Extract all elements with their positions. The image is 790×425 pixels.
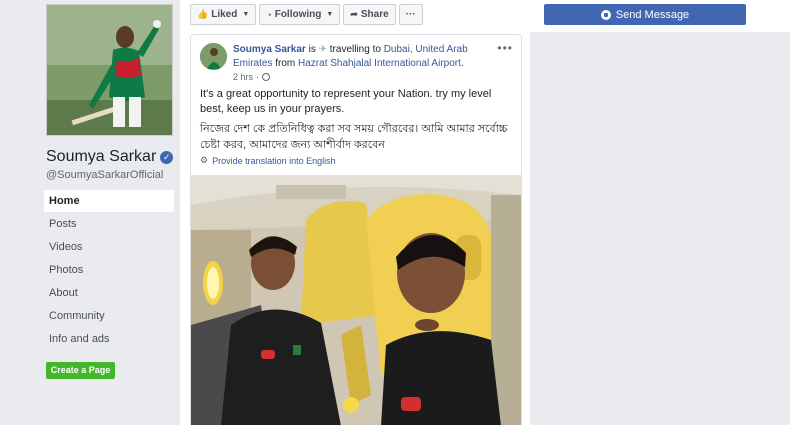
post-header: Soumya Sarkar is ✈ travelling to Dubai, … xyxy=(233,43,498,71)
translate-link[interactable]: ⚙ Provide translation into English xyxy=(200,155,336,166)
post-timestamp[interactable]: 2 hrs xyxy=(233,72,253,82)
right-column: Send Message xyxy=(530,0,790,425)
following-button[interactable]: ◔ Following ▼ xyxy=(259,4,341,25)
page-name[interactable]: Soumya Sarkar ✓ xyxy=(46,148,174,166)
post-photo[interactable] xyxy=(191,175,521,425)
post-is-text: is xyxy=(305,44,319,55)
translate-label: Provide translation into English xyxy=(212,155,336,166)
post-travelling-text: travelling to xyxy=(329,44,384,55)
plane-icon: ✈ xyxy=(318,44,327,55)
post-text-bangla: নিজের দেশ কে প্রতিনিধিত্ব করা সব সময় গৌ… xyxy=(200,123,508,151)
page-action-bar: 👍 Liked ▼ ◔ Following ▼ ➦ Share ··· xyxy=(190,4,423,25)
rss-icon: ◔ xyxy=(266,9,272,20)
more-options-button[interactable]: ··· xyxy=(398,4,423,25)
create-page-button[interactable]: Create a Page xyxy=(46,362,115,379)
post-text-english: It's a great opportunity to represent yo… xyxy=(200,88,492,115)
post-options-icon[interactable]: ••• xyxy=(497,41,513,55)
gear-icon: ⚙ xyxy=(200,155,209,165)
nav-item-videos[interactable]: Videos xyxy=(44,236,174,258)
more-options-label: ··· xyxy=(405,9,416,20)
share-arrow-icon: ➦ xyxy=(350,9,358,19)
globe-icon xyxy=(262,73,271,81)
nav-item-community[interactable]: Community xyxy=(44,305,174,327)
post-author-name[interactable]: Soumya Sarkar xyxy=(233,44,306,55)
post-author-avatar[interactable] xyxy=(200,43,227,70)
liked-button[interactable]: 👍 Liked ▼ xyxy=(190,4,257,25)
profile-photo-image xyxy=(47,5,172,135)
page-nav: Home Posts Videos Photos About Community… xyxy=(44,190,174,351)
post-origin-link[interactable]: Hazrat Shahjalal International Airport xyxy=(298,58,461,69)
messenger-icon xyxy=(600,9,611,20)
send-message-label: Send Message xyxy=(615,8,690,21)
nav-item-photos[interactable]: Photos xyxy=(44,259,174,281)
airplane-cabin-photo xyxy=(191,175,521,425)
post-card: Soumya Sarkar is ✈ travelling to Dubai, … xyxy=(190,34,522,425)
page-handle[interactable]: @SoumyaSarkarOfficial xyxy=(46,169,163,181)
nav-item-home[interactable]: Home xyxy=(44,190,174,212)
liked-label: Liked xyxy=(211,9,238,20)
chevron-down-icon: ▼ xyxy=(326,11,334,18)
meta-separator: · xyxy=(256,72,260,82)
nav-item-info-and-ads[interactable]: Info and ads xyxy=(44,328,174,350)
feed-column: 👍 Liked ▼ ◔ Following ▼ ➦ Share ··· Soum… xyxy=(180,0,530,425)
nav-item-posts[interactable]: Posts xyxy=(44,213,174,235)
thumbs-up-icon: 👍 xyxy=(197,9,209,19)
share-label: Share xyxy=(360,9,389,20)
page-name-text: Soumya Sarkar xyxy=(46,148,157,165)
verified-badge-icon: ✓ xyxy=(160,150,174,164)
share-button[interactable]: ➦ Share xyxy=(343,4,396,25)
profile-picture[interactable] xyxy=(46,4,173,136)
chevron-down-icon: ▼ xyxy=(242,11,250,18)
post-from-text: from xyxy=(272,58,299,69)
nav-item-about[interactable]: About xyxy=(44,282,174,304)
post-period: . xyxy=(460,58,464,69)
send-message-button[interactable]: Send Message xyxy=(544,4,746,25)
following-label: Following xyxy=(274,9,322,20)
left-column: Soumya Sarkar ✓ @SoumyaSarkarOfficial Ho… xyxy=(0,0,180,425)
post-meta: 2 hrs · xyxy=(233,72,271,82)
right-panel: Send Message xyxy=(530,0,790,32)
avatar-image xyxy=(200,43,227,70)
